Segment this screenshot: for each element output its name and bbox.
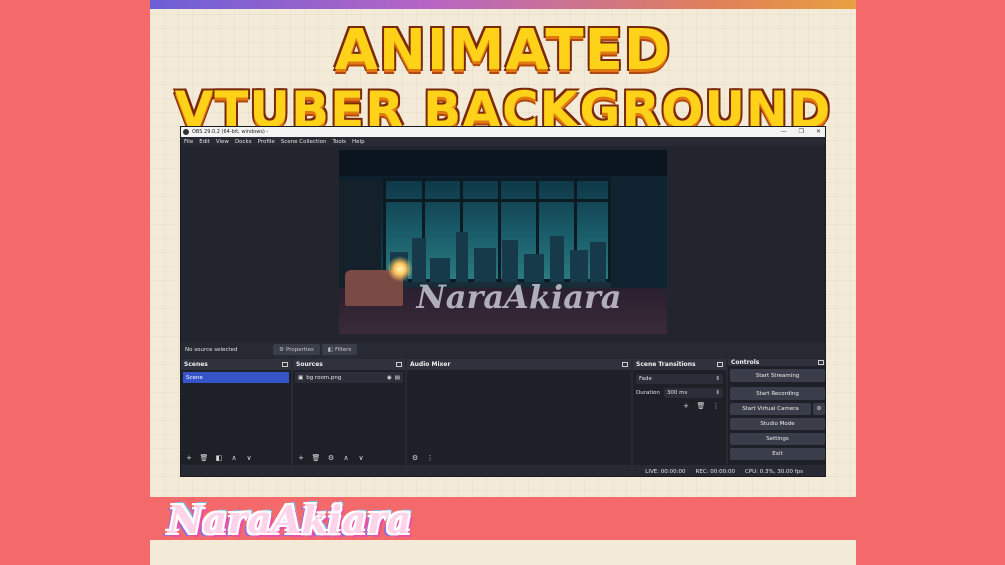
close-button[interactable]: ✕ <box>816 127 821 137</box>
undock-icon[interactable] <box>282 362 288 367</box>
undock-icon[interactable] <box>396 362 402 367</box>
source-toolbar: No source selected ⚙ Properties ◧ Filter… <box>181 342 825 357</box>
cpu-status: CPU: 0.3%, 30.00 fps <box>744 469 803 475</box>
brand-logo: NaraAkiara <box>168 497 412 542</box>
remove-source-button[interactable]: 🗑 <box>311 454 321 463</box>
sources-dock: Sources ▣ bg room.png ◉ ▤ + 🗑 ⚙ ∧ ∨ <box>293 359 405 465</box>
scene-transitions-dock: Scene Transitions Fade ⇕ Duration 300 ms… <box>633 359 726 465</box>
add-source-button[interactable]: + <box>296 454 306 463</box>
undock-icon[interactable] <box>622 362 628 367</box>
undock-icon[interactable] <box>818 360 824 365</box>
transition-value: Fade <box>639 376 652 382</box>
right-wall <box>611 176 667 288</box>
start-recording-button[interactable]: Start Recording <box>730 387 825 400</box>
maximize-button[interactable]: ❐ <box>799 127 804 137</box>
image-icon: ▣ <box>298 374 304 381</box>
menu-docks[interactable]: Docks <box>235 139 252 145</box>
minimize-button[interactable]: — <box>781 127 787 137</box>
start-streaming-button[interactable]: Start Streaming <box>730 369 825 382</box>
chevron-updown-icon: ⇕ <box>715 376 720 382</box>
duration-spinbox[interactable]: 300 ms ⇕ <box>663 388 723 398</box>
gear-icon: ⚙ <box>279 346 284 353</box>
move-source-up-button[interactable]: ∧ <box>341 454 351 463</box>
duration-label: Duration <box>636 390 660 396</box>
properties-label: Properties <box>285 346 314 353</box>
poster-top-stripe <box>150 0 856 9</box>
remove-scene-button[interactable]: 🗑 <box>199 454 209 463</box>
lock-icon[interactable]: ▤ <box>395 375 400 381</box>
audio-mixer-title: Audio Mixer <box>410 361 451 368</box>
audio-menu-button[interactable]: ⋮ <box>425 454 435 463</box>
start-virtual-camera-button[interactable]: Start Virtual Camera <box>730 403 811 415</box>
sources-title: Sources <box>296 361 323 368</box>
dock-area: Scenes Scene + 🗑 ◧ ∧ ∨ Sources ▣ bg room… <box>181 359 825 465</box>
move-scene-down-button[interactable]: ∨ <box>244 454 254 463</box>
studio-mode-button[interactable]: Studio Mode <box>730 418 825 430</box>
audio-mixer-dock: Audio Mixer ⚙ ⋮ <box>407 359 631 465</box>
menu-view[interactable]: View <box>216 139 229 145</box>
live-status: LIVE: 00:00:00 <box>645 469 686 475</box>
filters-label: Filters <box>334 346 352 353</box>
canvas-watermark: NaraAkiara <box>416 278 622 316</box>
transition-menu-button[interactable]: ⋮ <box>711 402 721 411</box>
obs-titlebar: OBS 29.0.2 (64-bit, windows) - — ❐ ✕ <box>181 127 825 137</box>
undock-icon[interactable] <box>717 362 723 367</box>
window-title: OBS 29.0.2 (64-bit, windows) - <box>192 129 269 135</box>
move-source-down-button[interactable]: ∨ <box>356 454 366 463</box>
virtual-camera-settings-button[interactable]: ⚙ <box>813 403 825 415</box>
source-name: bg room.png <box>306 374 342 381</box>
menu-profile[interactable]: Profile <box>258 139 275 145</box>
transition-select[interactable]: Fade ⇕ <box>636 374 723 384</box>
duration-value: 300 ms <box>666 390 688 396</box>
exit-button[interactable]: Exit <box>730 448 825 460</box>
settings-button[interactable]: Settings <box>730 433 825 445</box>
controls-dock: Controls Start Streaming Start Recording… <box>728 359 825 465</box>
remove-transition-button[interactable]: 🗑 <box>696 402 706 411</box>
source-properties-button[interactable]: ⚙ <box>326 454 336 463</box>
controls-title: Controls <box>731 359 760 366</box>
menu-bar: File Edit View Docks Profile Scene Colle… <box>181 137 825 146</box>
menu-help[interactable]: Help <box>352 139 365 145</box>
move-scene-up-button[interactable]: ∧ <box>229 454 239 463</box>
no-source-label: No source selected <box>185 346 238 353</box>
gear-icon: ⚙ <box>816 406 822 412</box>
scenes-title: Scenes <box>184 361 208 368</box>
status-bar: LIVE: 00:00:00 REC: 00:00:00 CPU: 0.3%, … <box>181 466 825 476</box>
obs-window: OBS 29.0.2 (64-bit, windows) - — ❐ ✕ Fil… <box>180 126 826 477</box>
menu-scene-collection[interactable]: Scene Collection <box>281 139 327 145</box>
source-item[interactable]: ▣ bg room.png ◉ ▤ <box>295 372 403 383</box>
filter-icon: ◧ <box>327 346 333 353</box>
city-skyline <box>386 230 608 282</box>
preview-area[interactable]: NaraAkiara <box>181 146 825 342</box>
scenes-dock: Scenes Scene + 🗑 ◧ ∧ ∨ <box>181 359 291 465</box>
add-transition-button[interactable]: + <box>681 402 691 411</box>
menu-edit[interactable]: Edit <box>199 139 210 145</box>
add-scene-button[interactable]: + <box>184 454 194 463</box>
scene-filters-button[interactable]: ◧ <box>214 454 224 463</box>
scene-item[interactable]: Scene <box>183 372 289 383</box>
visibility-eye-icon[interactable]: ◉ <box>387 375 392 381</box>
room-ceiling <box>339 150 667 176</box>
filters-button[interactable]: ◧ Filters <box>321 344 358 355</box>
audio-settings-button[interactable]: ⚙ <box>410 454 420 463</box>
obs-app-icon <box>183 129 189 135</box>
menu-tools[interactable]: Tools <box>332 139 346 145</box>
menu-file[interactable]: File <box>184 139 193 145</box>
preview-canvas[interactable]: NaraAkiara <box>339 150 667 334</box>
poster-title-line1: ANIMATED <box>334 18 672 83</box>
transitions-title: Scene Transitions <box>636 361 696 368</box>
chevron-updown-icon: ⇕ <box>715 390 720 396</box>
rec-status: REC: 00:00:00 <box>695 469 735 475</box>
properties-button[interactable]: ⚙ Properties <box>273 344 320 355</box>
